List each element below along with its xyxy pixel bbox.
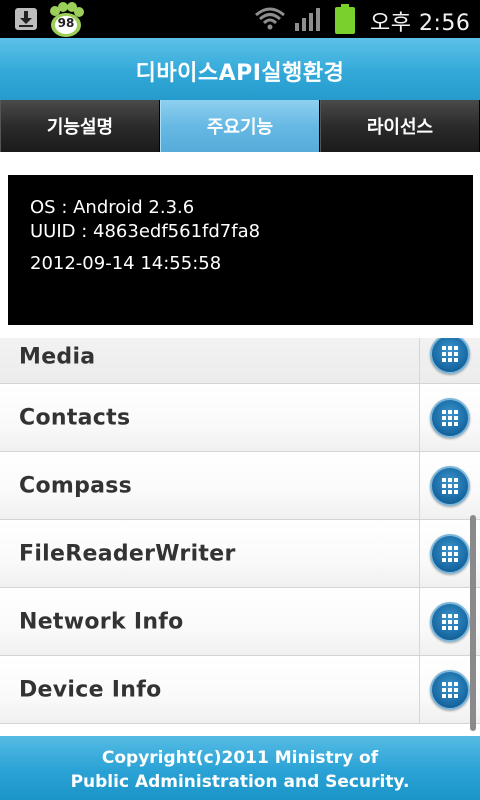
list-item-media[interactable]: Media <box>0 338 480 384</box>
list-item-label: Media <box>19 344 96 370</box>
grid-icon[interactable] <box>430 338 470 375</box>
list-item-label: Compass <box>19 473 133 498</box>
list-item-filereaderwriter[interactable]: FileReaderWriter <box>0 520 480 588</box>
wifi-icon <box>255 7 285 30</box>
list-scrollbar[interactable] <box>470 515 476 731</box>
app-title: 디바이스API실행환경 <box>135 61 345 86</box>
tab-main-features[interactable]: 주요기능 <box>160 100 320 152</box>
tab-feature-description[interactable]: 기능설명 <box>0 100 160 152</box>
list-item-icon-cell <box>419 384 480 451</box>
os-version-text: OS : Android 2.3.6 <box>30 197 195 218</box>
signal-icon <box>295 8 320 31</box>
list-item-label: Network Info <box>19 609 184 634</box>
copyright-line-2: Public Administration and Security. <box>70 772 410 792</box>
status-time: 오후 2:56 <box>370 11 471 36</box>
copyright-footer: Copyright(c)2011 Ministry of Public Admi… <box>0 736 480 800</box>
download-icon <box>15 8 37 30</box>
grid-icon[interactable] <box>430 601 470 642</box>
app-title-bar: 디바이스API실행환경 <box>0 38 480 100</box>
list-item-compass[interactable]: Compass <box>0 452 480 520</box>
list-item-icon-cell <box>419 338 480 383</box>
copyright-line-1: Copyright(c)2011 Ministry of <box>101 748 379 768</box>
grid-icon[interactable] <box>430 465 470 506</box>
list-item-icon-cell <box>419 452 480 519</box>
grid-icon[interactable] <box>430 397 470 438</box>
tab-license[interactable]: 라이선스 <box>320 100 480 152</box>
battery-icon <box>335 4 355 34</box>
list-item-contacts[interactable]: Contacts <box>0 384 480 452</box>
paw-notification-icon: 98 <box>47 2 85 38</box>
datetime-text: 2012-09-14 14:55:58 <box>30 253 222 274</box>
tab-label: 기능설명 <box>46 117 114 138</box>
list-item-label: Contacts <box>19 405 131 430</box>
grid-icon[interactable] <box>430 669 470 710</box>
notification-badge-count: 98 <box>57 16 75 30</box>
tab-label: 라이선스 <box>366 117 434 138</box>
feature-list: Media Contacts Compass FileReaderWriter … <box>0 338 480 736</box>
uuid-text: UUID : 4863edf561fd7fa8 <box>30 221 261 242</box>
tab-label: 주요기능 <box>206 117 274 138</box>
list-item-label: FileReaderWriter <box>19 541 236 566</box>
grid-icon[interactable] <box>430 533 470 574</box>
list-item-label: Device Info <box>19 677 162 702</box>
list-item-device-info[interactable]: Device Info <box>0 656 480 724</box>
status-bar: 98 오후 2:56 <box>0 0 480 38</box>
device-info-panel: OS : Android 2.3.6 UUID : 4863edf561fd7f… <box>8 175 473 325</box>
list-item-network-info[interactable]: Network Info <box>0 588 480 656</box>
tab-bar: 기능설명 주요기능 라이선스 <box>0 100 480 152</box>
